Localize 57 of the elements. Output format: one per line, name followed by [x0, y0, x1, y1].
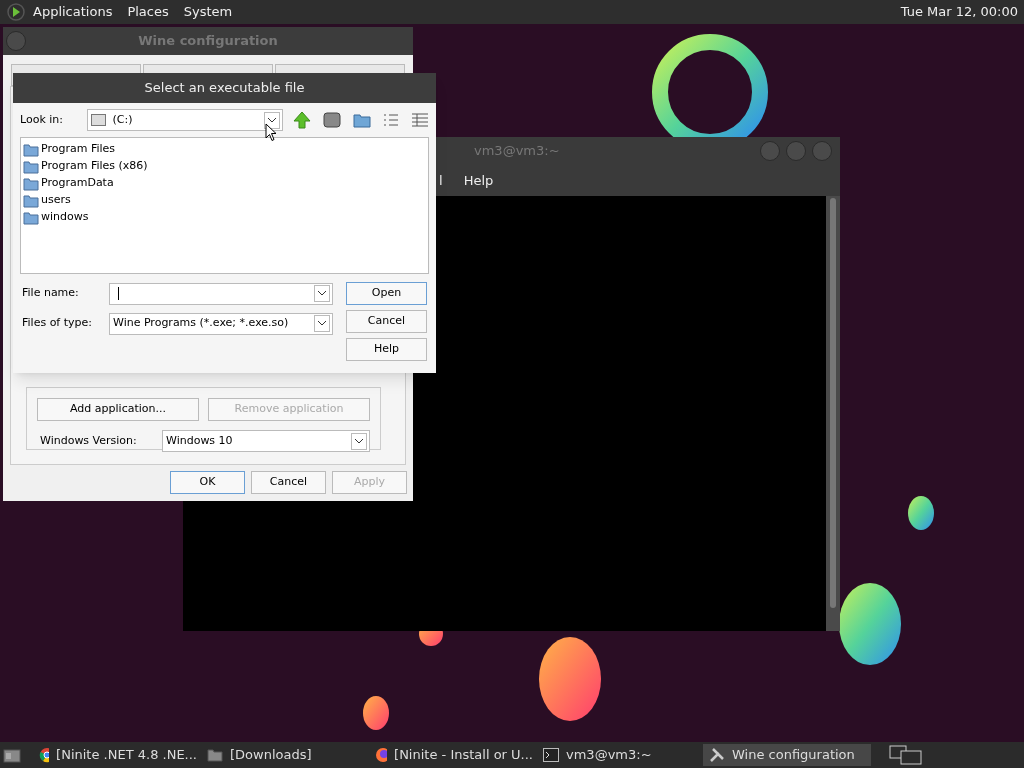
- taskbar-button[interactable]: Wine configuration: [703, 744, 871, 766]
- field-label: Windows Version:: [39, 432, 138, 449]
- menu-item[interactable]: System: [183, 2, 233, 22]
- details-view-icon[interactable]: [411, 112, 429, 128]
- menu-item[interactable]: Places: [127, 2, 169, 22]
- folder-icon: [23, 159, 39, 174]
- menu-item[interactable]: Applications: [33, 2, 113, 22]
- terminal-icon: [543, 748, 559, 762]
- file-item[interactable]: Program Files: [23, 141, 428, 158]
- clock[interactable]: Tue Mar 12, 00:00: [900, 2, 1018, 22]
- menu-item[interactable]: l: [439, 170, 443, 191]
- button[interactable]: Cancel: [251, 471, 326, 494]
- button[interactable]: Open: [346, 282, 427, 305]
- file-item[interactable]: users: [23, 192, 428, 209]
- taskbar-button[interactable]: [Ninite - Install or U...: [369, 744, 533, 766]
- dialog-title: Select an executable file: [144, 79, 305, 98]
- folder-icon: [23, 142, 39, 157]
- menu-item[interactable]: Help: [463, 170, 494, 191]
- folder-icon: [23, 210, 39, 225]
- file-item[interactable]: ProgramData: [23, 175, 428, 192]
- drive-icon: [91, 114, 107, 126]
- list-view-icon[interactable]: [383, 112, 399, 128]
- button[interactable]: Help: [346, 338, 427, 361]
- file-name-field[interactable]: [109, 282, 333, 305]
- window-title: Wine configuration: [138, 32, 278, 51]
- caret-icon: [314, 315, 330, 332]
- caret-icon: [351, 432, 367, 450]
- window-title: vm3@vm3:~: [474, 142, 560, 161]
- taskbar-button[interactable]: [Ninite .NET 4.8 .NE...: [33, 744, 197, 766]
- up-arrow-icon[interactable]: [293, 111, 311, 129]
- folder-icon: [23, 193, 39, 208]
- globe-icon: [375, 747, 388, 763]
- look-in-select[interactable]: (C:): [87, 109, 283, 131]
- workspace-switcher-icon[interactable]: [889, 744, 923, 766]
- button[interactable]: Cancel: [346, 310, 427, 333]
- field-label: File name:: [22, 285, 80, 302]
- browser-icon: [39, 747, 50, 763]
- field-label: Files of type:: [22, 315, 93, 332]
- taskbar-button[interactable]: vm3@vm3:~: [537, 744, 699, 766]
- file-item[interactable]: Program Files (x86): [23, 158, 428, 175]
- caret-icon: [314, 285, 330, 302]
- file-list[interactable]: Program Files Program Files (x86) ProgramData users windows: [20, 137, 429, 274]
- file-type-select[interactable]: Wine Programs (*.exe; *.exe.so): [109, 312, 333, 335]
- button[interactable]: OK: [170, 471, 245, 494]
- taskbar-button[interactable]: [Downloads]: [201, 744, 365, 766]
- mouse-pointer-icon: [265, 123, 277, 142]
- button[interactable]: Add application...: [37, 398, 199, 421]
- scrollbar[interactable]: [826, 196, 840, 631]
- show-desktop-icon[interactable]: [3, 747, 21, 763]
- version-select[interactable]: Windows 10: [162, 430, 370, 452]
- file-item[interactable]: windows: [23, 209, 428, 226]
- field-label: Look in:: [20, 111, 64, 128]
- new-folder-icon[interactable]: [353, 112, 371, 128]
- folder-icon: [207, 748, 223, 762]
- folder-icon: [23, 176, 39, 191]
- menu-logo-icon[interactable]: [7, 3, 25, 21]
- tools-icon: [709, 747, 725, 763]
